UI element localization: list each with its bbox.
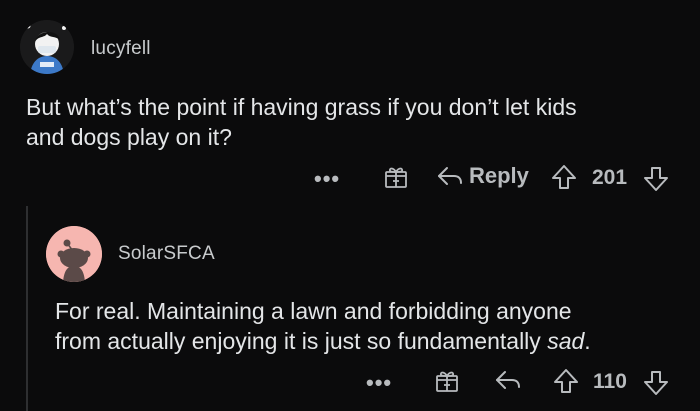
- upvote-icon: [554, 369, 578, 393]
- downvote-button[interactable]: [643, 165, 669, 193]
- comment-thread: lucyfell But what’s the point if having …: [0, 0, 700, 411]
- vote-count: 110: [593, 370, 627, 393]
- avatar[interactable]: [20, 20, 74, 74]
- upvote-button[interactable]: [553, 367, 579, 395]
- reply-button[interactable]: [494, 367, 522, 393]
- comment-line: and dogs play on it?: [26, 124, 232, 150]
- reply-arrow-icon: [496, 371, 520, 389]
- gift-icon[interactable]: [434, 368, 460, 394]
- gift-icon[interactable]: [383, 164, 409, 190]
- upvote-button[interactable]: [551, 163, 577, 191]
- comment-line: But what’s the point if having grass if …: [26, 94, 577, 120]
- reply-button[interactable]: Reply: [436, 163, 529, 189]
- comment-line-text: from actually enjoying it is just so fun…: [55, 328, 548, 354]
- more-options-button[interactable]: •••: [314, 166, 340, 192]
- comment-actions: ••• Reply 201: [0, 160, 700, 194]
- more-options-button[interactable]: •••: [366, 370, 392, 396]
- upvote-icon: [552, 165, 576, 189]
- username[interactable]: lucyfell: [91, 38, 151, 60]
- avatar[interactable]: [46, 226, 102, 282]
- vote-count: 201: [592, 166, 628, 189]
- username[interactable]: SolarSFCA: [118, 243, 215, 265]
- downvote-icon: [644, 167, 668, 191]
- comment-line-end: .: [584, 328, 591, 354]
- comment-actions: ••• 110: [0, 364, 700, 398]
- comment-body: For real. Maintaining a lawn and forbidd…: [55, 296, 591, 356]
- downvote-icon: [644, 371, 668, 395]
- downvote-button[interactable]: [643, 369, 669, 397]
- reply-label: Reply: [469, 163, 529, 188]
- comment-body: But what’s the point if having grass if …: [26, 92, 577, 152]
- reply-arrow-icon: [438, 167, 462, 185]
- emphasized-text: sad: [547, 328, 585, 354]
- comment-line: For real. Maintaining a lawn and forbidd…: [55, 298, 572, 324]
- comment-line: from actually enjoying it is just so fun…: [55, 326, 591, 356]
